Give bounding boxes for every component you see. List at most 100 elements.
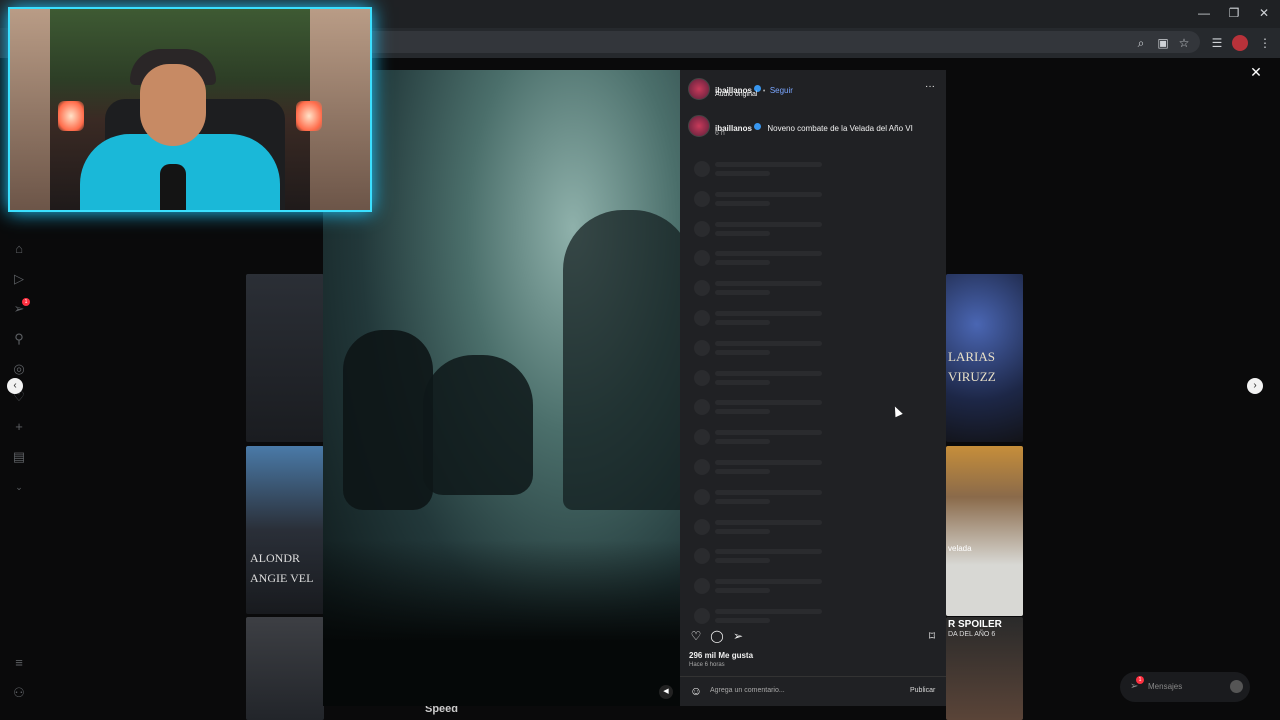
like-heart-icon[interactable]: ♡	[689, 629, 703, 643]
avatar[interactable]	[688, 115, 710, 137]
skeleton-avatar	[694, 578, 710, 595]
grid-thumbnail[interactable]: R SPOILER DA DEL AÑO 6	[946, 617, 1023, 720]
skeleton-line	[715, 609, 822, 614]
share-icon[interactable]: ➢	[731, 629, 745, 643]
zoom-icon[interactable]: ⌕	[1133, 35, 1149, 51]
skeleton-line	[715, 340, 822, 346]
grid-thumbnail[interactable]	[246, 274, 324, 442]
video-hand	[343, 330, 433, 510]
skeleton-line	[715, 430, 822, 436]
messages-label: Mensajes	[1148, 682, 1183, 691]
menu-icon[interactable]: ⋮	[1257, 35, 1273, 51]
notification-badge: 1	[22, 298, 30, 306]
video-hand	[423, 355, 533, 495]
publish-button[interactable]: Publicar	[910, 687, 935, 694]
dashboard-icon[interactable]: ▤	[10, 448, 28, 466]
likes-count[interactable]: 296 mil Me gusta	[689, 651, 753, 660]
skeleton-line	[715, 498, 770, 504]
skeleton-line	[715, 221, 822, 227]
emoji-icon[interactable]: ☺	[689, 684, 703, 698]
separator-dot: •	[762, 88, 766, 95]
close-modal-button[interactable]: ✕	[1248, 64, 1264, 80]
create-icon[interactable]: +	[10, 418, 28, 436]
skeleton-avatar	[694, 548, 710, 565]
skeleton-line	[715, 558, 770, 564]
post-age: Hace 6 horas	[689, 662, 725, 668]
grid-thumbnail[interactable]: velada	[946, 446, 1023, 616]
skeleton-line	[715, 370, 822, 376]
post-details-panel: ibaillanos • Seguir Audio original ··· ib…	[680, 70, 946, 706]
divider	[680, 676, 946, 677]
skeleton-line	[715, 519, 822, 525]
skeleton-avatar	[694, 488, 710, 505]
home-icon[interactable]: ⌂	[10, 240, 28, 258]
skeleton-line	[715, 409, 770, 415]
messages-badge: 1	[1136, 676, 1144, 684]
prev-post-button[interactable]: ‹	[7, 378, 23, 394]
grid-thumbnail[interactable]: LARIAS VIRUZZ	[946, 274, 1023, 442]
skeleton-line	[715, 460, 822, 465]
restore-button[interactable]: ❐	[1226, 5, 1242, 21]
grid-thumbnail[interactable]	[246, 617, 324, 720]
caption-time: 6 h	[715, 130, 725, 137]
skeleton-avatar	[694, 518, 710, 535]
tile-text: LARIAS	[948, 349, 995, 364]
reading-list-icon[interactable]: ☰	[1209, 35, 1225, 51]
next-post-button[interactable]: ›	[1247, 378, 1263, 394]
skeleton-avatar	[694, 459, 710, 475]
follow-button[interactable]: Seguir	[770, 86, 793, 95]
skeleton-avatar	[694, 339, 710, 356]
skeleton-line	[715, 260, 770, 266]
skeleton-line	[715, 281, 822, 287]
save-bookmark-icon[interactable]: ⌑	[925, 629, 939, 643]
skeleton-line	[715, 489, 822, 495]
skeleton-line	[715, 469, 770, 474]
search-icon[interactable]: ⚲	[10, 330, 28, 348]
skeleton-avatar	[694, 608, 710, 624]
close-window-button[interactable]: ✕	[1256, 5, 1272, 21]
meta-icon[interactable]: ⚇	[10, 684, 28, 702]
skeleton-line	[715, 618, 770, 623]
skeleton-avatar	[694, 399, 710, 416]
skeleton-line	[715, 439, 770, 445]
skeleton-line	[715, 528, 770, 534]
bookmark-star-icon[interactable]: ☆	[1176, 35, 1192, 51]
tile-text: VIRUZZ	[948, 369, 996, 384]
skeleton-avatar	[694, 190, 710, 207]
avatar[interactable]	[688, 78, 710, 100]
skeleton-avatar	[694, 220, 710, 237]
minimize-button[interactable]: —	[1196, 5, 1212, 21]
address-bar[interactable]	[360, 31, 1200, 53]
audio-label[interactable]: Audio original	[715, 91, 757, 98]
skeleton-line	[715, 311, 822, 316]
skeleton-line	[715, 200, 770, 206]
skeleton-line	[715, 251, 822, 257]
skeleton-avatar	[694, 250, 710, 267]
reel-video[interactable]	[323, 70, 680, 706]
comment-icon[interactable]: ◯	[710, 629, 724, 643]
video-shadow	[323, 540, 680, 706]
skeleton-avatar	[694, 161, 710, 177]
explore-icon[interactable]: ◎	[10, 360, 28, 378]
reels-icon[interactable]: ▷	[10, 270, 28, 288]
skeleton-line	[715, 191, 822, 197]
skeleton-line	[715, 349, 770, 355]
tile-text: ALONDR	[250, 551, 300, 565]
grid-thumbnail[interactable]: ALONDR ANGIE VEL	[246, 446, 324, 614]
more-options-icon[interactable]: ···	[925, 81, 935, 92]
more-menu-icon[interactable]: ≡	[10, 654, 28, 672]
skeleton-line	[715, 549, 822, 555]
avatar	[1230, 680, 1243, 693]
skeleton-line	[715, 320, 770, 325]
profile-icon[interactable]	[1232, 35, 1248, 51]
skeleton-avatar	[694, 280, 710, 297]
profile-nav-icon[interactable]: ⌄	[10, 478, 28, 496]
messages-bar[interactable]: ➢ 1 Mensajes	[1120, 672, 1250, 702]
skeleton-line	[715, 400, 822, 406]
skeleton-line	[715, 162, 822, 167]
comment-input[interactable]: Agrega un comentario...	[710, 687, 785, 694]
skeleton-line	[715, 290, 770, 296]
skeleton-avatar	[694, 310, 710, 326]
speaker-icon[interactable]: ◀	[659, 685, 673, 699]
install-icon[interactable]: ▣	[1155, 35, 1171, 51]
